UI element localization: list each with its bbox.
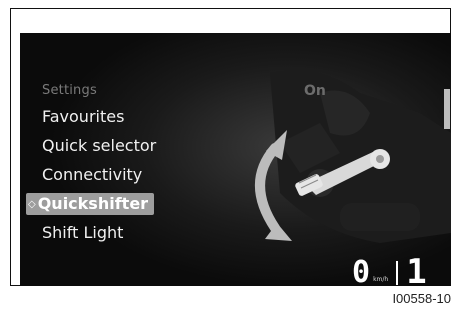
- menu-title: Settings: [42, 83, 97, 98]
- speed-gear-display: 0 km/h 1: [352, 252, 427, 287]
- menu-item-shift-light[interactable]: Shift Light: [42, 223, 123, 242]
- screen-edge-highlight: [444, 89, 450, 129]
- speed-unit: km/h: [373, 276, 389, 283]
- gear-indicator: 1: [406, 252, 427, 286]
- figure-caption: I00558-10: [392, 291, 451, 306]
- menu-item-favourites[interactable]: Favourites: [42, 107, 124, 126]
- quickshifter-status-value: On: [304, 83, 326, 99]
- menu-item-quick-selector[interactable]: Quick selector: [42, 136, 156, 155]
- menu-item-connectivity[interactable]: Connectivity: [42, 165, 142, 184]
- selection-marker-icon: ◇: [28, 199, 36, 210]
- speed-value: 0: [352, 255, 371, 287]
- quickshifter-illustration: [20, 33, 451, 286]
- figure-frame: Settings Favourites Quick selector Conne…: [10, 8, 451, 286]
- dashboard-screen: Settings Favourites Quick selector Conne…: [20, 33, 451, 286]
- display-divider: [396, 261, 399, 285]
- menu-item-quickshifter[interactable]: ◇ Quickshifter: [26, 193, 155, 215]
- menu-item-label: Quickshifter: [37, 194, 149, 213]
